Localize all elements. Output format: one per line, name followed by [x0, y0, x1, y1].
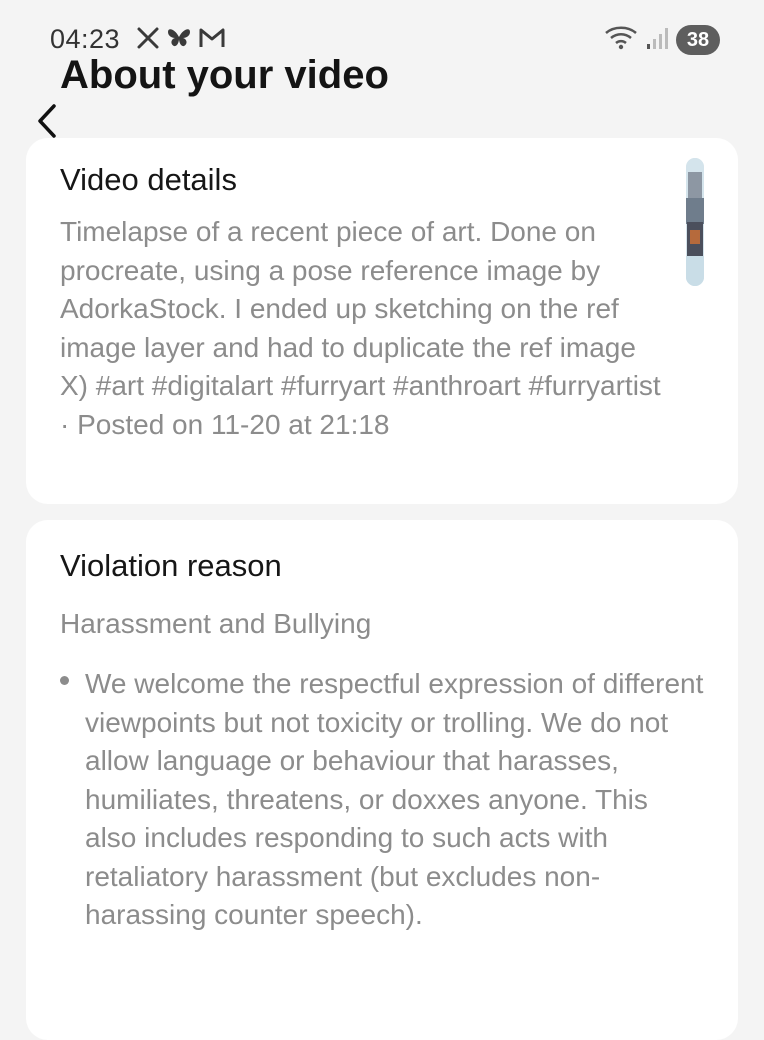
battery-indicator: 38 — [676, 25, 720, 55]
video-details-title: Video details — [60, 162, 237, 197]
video-description: Timelapse of a recent piece of art. Done… — [60, 213, 670, 444]
violation-title: Violation reason — [60, 548, 282, 583]
status-time: 04:23 — [50, 24, 121, 54]
posted-date: · Posted on 11-20 at 21:18 — [60, 408, 390, 440]
video-details-card: Video details Timelapse of a recent piec… — [26, 138, 738, 504]
signal-icon — [646, 26, 668, 55]
x-icon — [136, 26, 160, 55]
page-title: About your video — [60, 53, 389, 97]
system-icons: 38 — [604, 24, 720, 56]
violation-card: Violation reason Harassment and Bullying… — [26, 520, 738, 1040]
butterfly-icon — [166, 26, 192, 55]
notification-icons — [136, 26, 226, 54]
wifi-icon — [604, 25, 638, 56]
video-thumbnail[interactable] — [686, 158, 704, 286]
mail-icon — [198, 26, 226, 55]
thumbnail-image — [686, 158, 704, 286]
policy-description: We welcome the respectful expression of … — [85, 668, 704, 930]
bullet-dot — [60, 676, 69, 685]
video-description-text: Timelapse of a recent piece of art. Done… — [60, 216, 661, 401]
violation-reason: Harassment and Bullying — [60, 608, 372, 639]
